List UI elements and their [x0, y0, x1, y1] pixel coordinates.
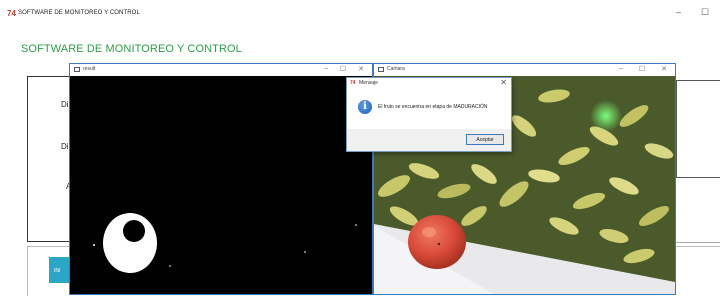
panel-label: Di [61, 142, 69, 151]
close-button[interactable]: ✕ [358, 65, 364, 73]
close-button[interactable]: ✕ [500, 78, 507, 87]
app-logo-icon: 74 [350, 80, 356, 86]
page-title: SOFTWARE DE MONITOREO Y CONTROL [21, 43, 242, 55]
result-window-title: result [83, 66, 96, 72]
start-button[interactable]: INI [49, 257, 71, 283]
panel-label: Di [61, 100, 69, 109]
maximize-button[interactable]: ☐ [639, 65, 645, 73]
binary-mask-image [70, 76, 372, 294]
message-dialog[interactable]: 74 Mensaje ✕ i El fruto se encuentra en … [346, 77, 512, 152]
close-button[interactable]: ✕ [661, 65, 667, 73]
dialog-message: El fruto se encuentra en etapa de MADURA… [378, 104, 488, 110]
window-title: SOFTWARE DE MONITOREO Y CONTROL [18, 10, 140, 16]
maximize-button[interactable]: ☐ [340, 65, 346, 73]
minimize-button[interactable]: – [619, 65, 623, 72]
divider [676, 242, 720, 243]
window-icon [378, 67, 384, 72]
dialog-titlebar[interactable]: 74 Mensaje ✕ [347, 78, 511, 89]
right-panel [676, 80, 720, 178]
binary-mask-view [70, 76, 372, 294]
info-icon: i [358, 100, 372, 114]
dialog-body: i El fruto se encuentra en etapa de MADU… [347, 89, 511, 129]
window-icon [74, 67, 80, 72]
maximize-button[interactable]: ☐ [701, 7, 709, 18]
minimize-button[interactable]: – [676, 7, 681, 17]
minimize-button[interactable]: – [324, 65, 328, 72]
result-window-titlebar[interactable]: result – ☐ ✕ [70, 64, 372, 76]
camera-window-title: Camara [387, 66, 405, 72]
camera-window-titlebar[interactable]: Camara – ☐ ✕ [374, 64, 675, 76]
ok-button[interactable]: Aceptar [466, 134, 504, 145]
app-logo-icon: 74 [7, 9, 16, 18]
dialog-title: Mensaje [359, 80, 378, 86]
result-window[interactable]: result – ☐ ✕ [69, 63, 373, 295]
